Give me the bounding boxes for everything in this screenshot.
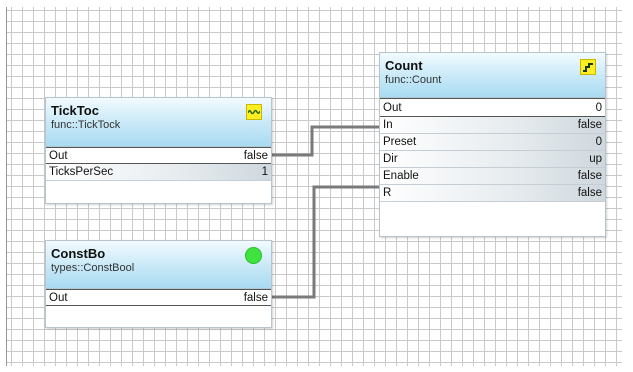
slot-value: false (243, 149, 268, 162)
block-constbo[interactable]: ConstBo types::ConstBool Out false (45, 240, 272, 328)
slot-name: Out (49, 291, 68, 304)
block-count[interactable]: Count func::Count Out 0 In false Preset … (379, 52, 606, 237)
block-title: TickToc (51, 103, 99, 118)
block-header[interactable]: ConstBo types::ConstBool (46, 241, 271, 289)
slot-name: In (383, 119, 393, 131)
slot-out[interactable]: Out false (46, 147, 271, 164)
slot-value: false (577, 170, 602, 182)
slot-value: 0 (595, 101, 602, 114)
slot-value: false (577, 119, 602, 131)
slot-value: 0 (595, 136, 602, 148)
wave-icon (246, 104, 262, 120)
block-type: func::TickTock (51, 119, 121, 131)
slot-out[interactable]: Out false (46, 289, 271, 306)
slot-out[interactable]: Out 0 (380, 98, 605, 117)
slot-value: false (243, 291, 268, 304)
block-title: Count (385, 58, 423, 73)
block-ticktoc[interactable]: TickToc func::TickTock Out false TicksPe… (45, 97, 272, 204)
slot-r[interactable]: R false (380, 185, 605, 202)
slot-enable[interactable]: Enable false (380, 168, 605, 185)
slot-name: TicksPerSec (49, 166, 114, 178)
slot-ticks-per-sec[interactable]: TicksPerSec 1 (46, 164, 271, 181)
slot-name: Out (49, 149, 68, 162)
block-header[interactable]: TickToc func::TickTock (46, 98, 271, 147)
slot-preset[interactable]: Preset 0 (380, 134, 605, 151)
slot-dir[interactable]: Dir up (380, 151, 605, 168)
block-header[interactable]: Count func::Count (380, 53, 605, 98)
status-dot-icon (245, 247, 262, 264)
slot-name: Dir (383, 153, 398, 165)
slot-name: Preset (383, 136, 417, 148)
slot-name: Enable (383, 170, 419, 182)
slot-name: Out (383, 101, 402, 114)
block-type: types::ConstBool (51, 262, 135, 274)
step-icon (580, 59, 596, 75)
slot-name: R (383, 187, 392, 199)
block-title: ConstBo (51, 246, 106, 261)
slot-in[interactable]: In false (380, 117, 605, 134)
slot-value: up (589, 153, 602, 165)
slot-value: 1 (261, 166, 268, 178)
slot-value: false (577, 187, 602, 199)
block-type: func::Count (385, 74, 442, 86)
